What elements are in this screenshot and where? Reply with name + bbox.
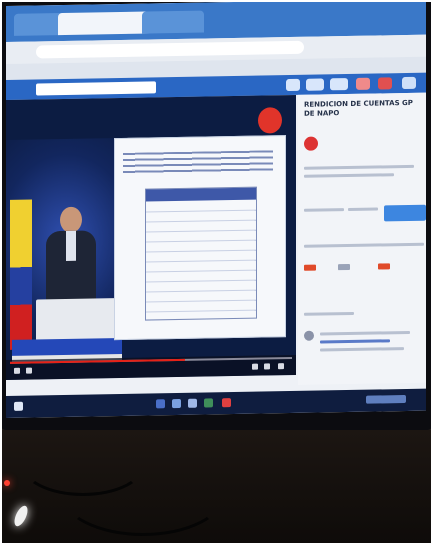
slide-table-header [146, 187, 256, 202]
slide-table-row [146, 293, 256, 303]
header-link[interactable] [330, 78, 348, 91]
stat-line [304, 208, 344, 212]
header-link[interactable] [306, 78, 324, 91]
presentation-slide [114, 135, 286, 341]
slide-table-row [146, 253, 256, 263]
description-line [304, 173, 394, 178]
slide-table-row [146, 203, 256, 213]
slide-table-row [146, 243, 256, 253]
notification-icon[interactable] [378, 77, 392, 90]
system-tray[interactable] [366, 395, 406, 404]
progress-fill [10, 358, 185, 364]
comment-line [320, 330, 410, 336]
stat-line [348, 207, 378, 212]
red-indicator-light [4, 480, 10, 486]
photo-frame: RENDICION DE CUENTAS GP DE NAPO [0, 0, 433, 545]
avatar[interactable] [402, 76, 416, 90]
taskbar-app-icon[interactable] [222, 398, 231, 408]
speaker-head [60, 206, 82, 234]
monitor-bezel: RENDICION DE CUENTAS GP DE NAPO [0, 0, 433, 430]
monitor-screen: RENDICION DE CUENTAS GP DE NAPO [6, 0, 426, 418]
start-icon[interactable] [14, 401, 23, 411]
channel-avatar[interactable] [304, 136, 318, 151]
share-icon[interactable] [378, 263, 390, 270]
taskbar-app-icon[interactable] [204, 398, 213, 408]
slide-table-row [146, 273, 256, 283]
comments-heading [304, 311, 354, 316]
slide-table-row [146, 303, 256, 313]
video-controls [6, 354, 296, 380]
slide-table-row [146, 213, 256, 223]
slide-text-lines [123, 150, 273, 175]
broadcaster-logo-icon [258, 107, 282, 134]
settings-icon[interactable] [252, 363, 258, 370]
slide-table-row [146, 263, 256, 273]
taskbar-app-icon[interactable] [156, 399, 165, 409]
subscribe-button[interactable] [384, 204, 426, 222]
dislike-icon[interactable] [338, 263, 350, 271]
comment-line [320, 347, 404, 352]
account-icon[interactable] [286, 78, 300, 92]
slide-table-row [146, 233, 256, 243]
comment-avatar [304, 330, 314, 341]
video-info-panel: RENDICION DE CUENTAS GP DE NAPO [298, 92, 426, 385]
comment-line [320, 339, 390, 344]
browser-tab-active[interactable] [58, 11, 150, 36]
video-title: RENDICION DE CUENTAS GP DE NAPO [304, 98, 413, 118]
slide-table-row [146, 223, 256, 233]
speaker-shirt [66, 230, 76, 261]
theater-icon[interactable] [264, 363, 270, 370]
flag [10, 199, 32, 350]
comment-box[interactable] [304, 242, 424, 248]
slide-table [145, 186, 257, 321]
notification-icon[interactable] [356, 77, 370, 90]
taskbar-app-icon[interactable] [188, 398, 197, 408]
video-player[interactable] [6, 94, 296, 380]
desk-surface [0, 430, 433, 545]
play-icon[interactable] [14, 367, 20, 374]
cable [60, 450, 226, 536]
volume-icon[interactable] [26, 367, 32, 374]
slide-table-row [146, 283, 256, 293]
address-bar[interactable] [36, 40, 304, 59]
os-taskbar [6, 388, 426, 418]
description-line [304, 164, 414, 170]
fullscreen-icon[interactable] [278, 363, 284, 370]
search-input[interactable] [36, 81, 156, 96]
browser-tab[interactable] [142, 10, 204, 34]
taskbar-app-icon[interactable] [172, 398, 181, 409]
like-icon[interactable] [304, 264, 316, 271]
